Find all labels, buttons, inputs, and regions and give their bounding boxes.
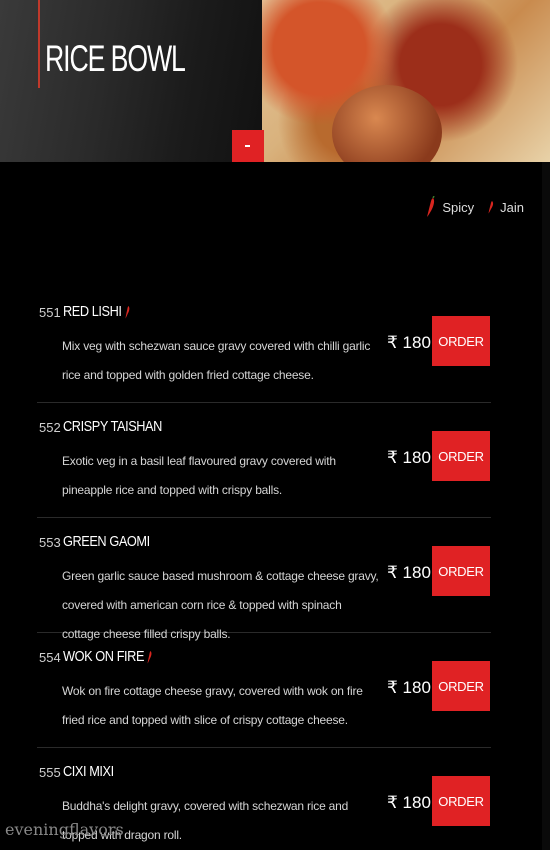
item-description: Wok on fire cottage cheese gravy, covere… [62,684,363,727]
menu-item: 552 CRISPY TAISHAN Exotic veg in a basil l… [37,418,491,518]
header-tab-button[interactable] [232,130,264,162]
item-description: Green garlic sauce based mushroom & cott… [62,569,379,641]
jain-chili-icon [488,201,494,214]
order-button[interactable]: ORDER [432,661,490,711]
order-button[interactable]: ORDER [432,546,490,596]
item-name: CRISPY TAISHAN [63,418,162,435]
page-title: RICE BOWL [45,38,186,79]
spicy-chili-icon [427,196,436,217]
item-name: RED LISHI [63,303,130,320]
rice-bowl-image [262,0,550,162]
right-edge [542,162,550,850]
menu-item: 554 WOK ON FIRE Wok on fire cottage cheese… [37,648,491,748]
item-code: 551 [39,305,61,320]
item-price: ₹ 180 [387,563,431,582]
menu-item: 551 RED LISHI Mix veg with schezwan sauce … [37,303,491,403]
item-price: ₹ 180 [387,448,431,467]
item-price: ₹ 180 [387,793,431,812]
legend-spicy-label: Spicy [442,199,475,215]
item-code: 553 [39,535,61,550]
header-accent-line [38,0,40,88]
item-description: Mix veg with schezwan sauce gravy covere… [62,339,371,382]
watermark: eveningflavors [5,820,124,839]
item-code: 554 [39,650,61,665]
header-banner: RICE BOWL [0,0,550,162]
item-description: Exotic veg in a basil leaf flavoured gra… [62,454,336,497]
order-button[interactable]: ORDER [432,316,490,366]
item-name: WOK ON FIRE [63,648,153,665]
item-price: ₹ 180 [387,333,431,352]
order-button[interactable]: ORDER [432,776,490,826]
order-button[interactable]: ORDER [432,431,490,481]
legend-jain-label: Jain [500,199,524,215]
item-name: CIXI MIXI [63,763,114,780]
item-name: GREEN GAOMI [63,533,150,550]
legend: Spicy Jain [426,196,524,218]
menu-item: 553 GREEN GAOMI Green garlic sauce based m… [37,533,491,641]
spicy-chili-icon [147,651,152,664]
item-price: ₹ 180 [387,678,431,697]
spicy-chili-icon [125,306,130,319]
item-code: 555 [39,765,61,780]
item-code: 552 [39,420,61,435]
